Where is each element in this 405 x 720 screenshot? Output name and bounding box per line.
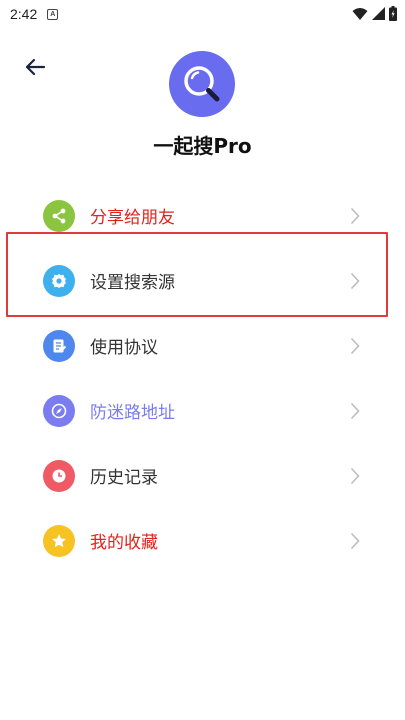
menu-item-favorites[interactable]: 我的收藏 <box>0 508 405 573</box>
chevron-right-icon <box>348 531 362 551</box>
compass-icon <box>43 394 75 427</box>
menu-item-search-source[interactable]: 设置搜索源 <box>0 248 405 313</box>
settings-menu: 分享给朋友 设置搜索源 使用协议 防迷路地址 历史记录 我的收藏 <box>0 183 405 573</box>
menu-item-share[interactable]: 分享给朋友 <box>0 183 405 248</box>
menu-item-label: 设置搜索源 <box>90 273 175 293</box>
app-logo <box>169 51 235 117</box>
chevron-right-icon <box>348 336 362 356</box>
status-time: 2:42 <box>10 6 38 22</box>
menu-item-label: 使用协议 <box>90 338 158 358</box>
settings-icon <box>43 264 75 297</box>
menu-item-label: 分享给朋友 <box>90 208 175 228</box>
signal-icon <box>372 7 385 20</box>
wifi-icon <box>352 7 368 20</box>
chevron-right-icon <box>348 401 362 421</box>
menu-item-terms[interactable]: 使用协议 <box>0 313 405 378</box>
status-bar: 2:42 A <box>0 0 405 28</box>
search-icon <box>184 66 220 102</box>
menu-item-label: 我的收藏 <box>90 533 158 553</box>
back-button[interactable] <box>20 52 50 82</box>
battery-icon <box>389 6 397 21</box>
notification-icon: A <box>47 8 59 20</box>
menu-item-label: 防迷路地址 <box>90 403 175 423</box>
menu-item-label: 历史记录 <box>90 468 158 488</box>
arrow-left-icon <box>25 58 46 76</box>
app-name: 一起搜Pro <box>153 134 252 158</box>
chevron-right-icon <box>348 466 362 486</box>
clock-icon <box>43 459 75 492</box>
share-icon <box>43 199 75 232</box>
menu-item-history[interactable]: 历史记录 <box>0 443 405 508</box>
chevron-right-icon <box>348 206 362 226</box>
document-icon <box>43 329 75 362</box>
status-indicators <box>352 6 397 21</box>
menu-item-backup-address[interactable]: 防迷路地址 <box>0 378 405 443</box>
chevron-right-icon <box>348 271 362 291</box>
notification-glyph: A <box>50 10 56 18</box>
star-icon <box>43 524 75 557</box>
